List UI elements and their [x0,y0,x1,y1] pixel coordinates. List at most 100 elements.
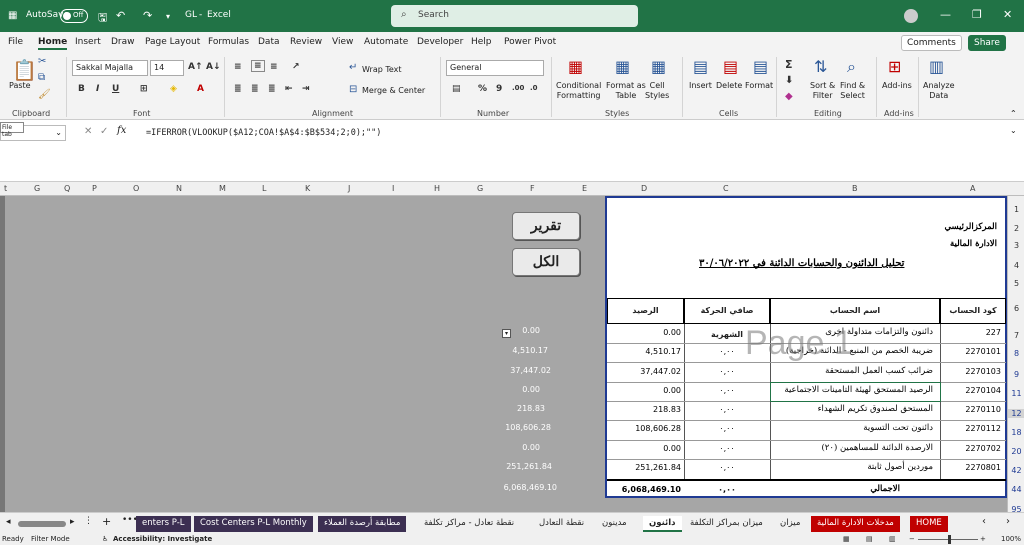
tab-file[interactable]: File [8,37,23,47]
sheet-tab[interactable]: ميزان بمراكز التكلفة [684,516,769,532]
increase-decimal-icon[interactable]: .00 [512,84,524,92]
borders-icon[interactable]: ⊞ [140,84,148,94]
tab-options-icon[interactable]: ⋮ [84,516,93,526]
add-sheet-icon[interactable]: + [102,515,111,528]
sheet-tab[interactable]: مطابقة أرصدة العملاء [318,516,407,532]
formula-input[interactable]: =IFERROR(VLOOKUP($A12;COA!$A$4:$B$534;2;… [146,128,381,138]
autosave-toggle[interactable]: Off [60,9,88,23]
merge-center-button[interactable]: Merge & Center [362,86,425,96]
analyze-data-icon[interactable]: ▥ [929,57,944,76]
scroll-right-icon[interactable]: ▸ [70,517,75,527]
sheet-tab[interactable]: Cost Centers P-L Monthly [194,516,313,532]
paste-icon[interactable]: 📋 [12,58,37,82]
analyze-data-button[interactable]: Analyze Data [923,81,955,101]
cell-styles-button[interactable]: Cell Styles [645,81,669,101]
sort-filter-icon[interactable]: ⇅ [814,57,827,76]
top-align-icon[interactable]: ≡ [234,62,242,72]
tab-formulas[interactable]: Formulas [208,37,249,47]
insert-cells-icon[interactable]: ▤ [693,57,708,76]
sheet-tab[interactable]: مدينون [596,516,633,532]
prev-sheet-icon[interactable]: ‹ [982,516,986,527]
next-sheet-icon[interactable]: › [1006,516,1010,527]
conditional-formatting-button[interactable]: Conditional Formatting [556,81,601,101]
underline-icon[interactable]: U [112,84,119,94]
minimize-icon[interactable]: — [940,8,951,21]
sheet-tab[interactable]: ميزان [774,516,806,532]
fill-color-icon[interactable]: ◈ [170,84,177,94]
tab-data[interactable]: Data [258,37,280,47]
paste-button[interactable]: Paste [9,81,31,91]
zoom-in-icon[interactable]: + [980,535,986,543]
zoom-out-icon[interactable]: − [909,535,915,543]
cell-styles-icon[interactable]: ▦ [651,57,666,76]
horizontal-scrollbar[interactable] [18,521,66,527]
accessibility-status[interactable]: Accessibility: Investigate [113,535,212,543]
format-as-table-button[interactable]: Format as Table [606,81,646,101]
account-avatar-icon[interactable] [904,9,918,23]
comments-button[interactable]: Comments [901,35,962,51]
align-center-icon[interactable]: ≣ [251,84,259,94]
sheet-tab-active[interactable]: دائنون [643,516,682,532]
find-select-button[interactable]: Find & Select [840,81,865,101]
copy-icon[interactable]: ⧉ [38,72,45,83]
restore-icon[interactable]: ❐ [972,8,982,21]
share-button[interactable]: Share [968,35,1006,51]
tab-automate[interactable]: Automate [364,37,408,47]
expand-formula-icon[interactable]: ⌄ [1010,126,1017,135]
number-format-select[interactable]: General [446,60,544,76]
decrease-indent-icon[interactable]: ⇤ [285,84,293,94]
percent-icon[interactable]: % [478,84,487,94]
conditional-formatting-icon[interactable]: ▦ [568,57,583,76]
sheet-tab[interactable]: enters P-L [136,516,191,532]
delete-button[interactable]: Delete [716,81,742,91]
merge-center-icon[interactable]: ⊟ [349,84,357,95]
wrap-text-icon[interactable]: ↵ [349,62,357,73]
tab-home[interactable]: Home [38,37,68,50]
format-button[interactable]: Format [745,81,773,91]
tab-review[interactable]: Review [290,37,322,47]
insert-function-icon[interactable]: fx [117,125,126,136]
all-button[interactable]: الكل [512,248,580,276]
collapse-ribbon-icon[interactable]: ⌃ [1010,109,1017,118]
report-button[interactable]: تقرير [512,212,580,240]
fill-icon[interactable]: ⬇ [785,75,793,86]
qat-dropdown-icon[interactable]: ▾ [166,12,170,21]
cut-icon[interactable]: ✂ [38,56,46,67]
enter-icon[interactable]: ✓ [100,126,108,137]
tab-page-layout[interactable]: Page Layout [145,37,200,47]
increase-indent-icon[interactable]: ⇥ [302,84,310,94]
orientation-icon[interactable]: ↗ [292,62,300,72]
autosum-icon[interactable]: Σ [785,58,793,71]
format-as-table-icon[interactable]: ▦ [615,57,630,76]
font-size-select[interactable]: 14 [150,60,184,76]
add-ins-icon[interactable]: ⊞ [888,57,901,76]
decrease-font-icon[interactable]: A↓ [206,62,221,72]
font-color-icon[interactable]: A [197,84,204,94]
clear-icon[interactable]: ◆ [785,91,793,102]
tab-power-pivot[interactable]: Power Pivot [504,37,556,47]
page-layout-view-icon[interactable]: ▤ [866,535,873,543]
find-select-icon[interactable]: ⌕ [847,57,856,77]
undo-icon[interactable]: ↶ [116,9,125,22]
sheet-tab-home[interactable]: HOME [910,516,948,532]
tab-insert[interactable]: Insert [75,37,101,47]
scroll-left-icon[interactable]: ◂ [6,517,11,527]
save-icon[interactable]: 🖫 [98,9,107,28]
bottom-align-icon[interactable]: ≡ [270,62,278,72]
font-name-select[interactable]: Sakkal Majalla [72,60,148,76]
cancel-icon[interactable]: ✕ [84,126,92,137]
normal-view-icon[interactable]: ▦ [843,535,850,543]
decrease-decimal-icon[interactable]: .0 [530,84,538,92]
accounting-icon[interactable]: ▤ [452,84,461,94]
format-painter-icon[interactable]: 🖌 [38,89,51,100]
redo-icon[interactable]: ↷ [143,9,152,22]
page-break-view-icon[interactable]: ▥ [889,535,896,543]
search-box[interactable]: ⌕ Search [391,5,638,27]
tab-developer[interactable]: Developer [417,37,463,47]
close-icon[interactable]: ✕ [1003,8,1012,21]
zoom-handle[interactable] [948,535,951,544]
increase-font-icon[interactable]: A↑ [188,62,203,72]
insert-button[interactable]: Insert [689,81,712,91]
wrap-text-button[interactable]: Wrap Text [362,65,402,75]
zoom-level[interactable]: 100% [1001,535,1021,543]
